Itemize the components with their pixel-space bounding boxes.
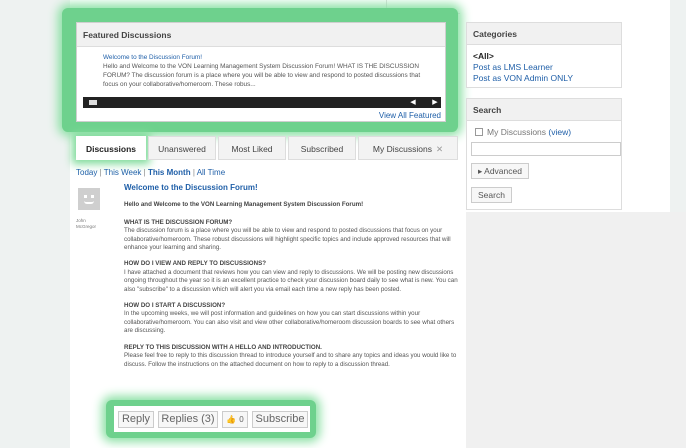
- my-discussions-checkbox[interactable]: [475, 128, 483, 136]
- post-section-heading: What is the discussion forum?: [124, 218, 233, 226]
- featured-item-title[interactable]: Welcome to the Discussion Forum!: [103, 53, 437, 62]
- my-discussions-filter: My Discussions (view): [467, 121, 621, 143]
- view-all-featured-link[interactable]: View All Featured: [379, 111, 441, 120]
- tab-my-discussions-label: My Discussions: [372, 144, 432, 154]
- discussion-post: Welcome to the Discussion Forum! Hello a…: [124, 183, 462, 377]
- slider-indicator[interactable]: [89, 100, 97, 105]
- discussion-tabs: Discussions Unanswered Most Liked Subscr…: [76, 136, 460, 160]
- view-my-discussions-link[interactable]: (view): [548, 127, 571, 137]
- post-section-body: Please feel free to reply to this discus…: [124, 352, 457, 368]
- search-button[interactable]: Search: [471, 187, 512, 203]
- featured-item[interactable]: Welcome to the Discussion Forum! Hello a…: [77, 47, 445, 89]
- post-section-heading: Reply to this discussion with a hello an…: [124, 343, 322, 351]
- filter-separator: |: [99, 168, 102, 177]
- featured-slider-bar: ◀ ▶: [83, 97, 441, 108]
- featured-item-snippet: Hello and Welcome to the VON Learning Ma…: [103, 63, 421, 88]
- category-all[interactable]: <All>: [473, 51, 615, 62]
- search-heading: Search: [467, 99, 621, 121]
- filter-separator: |: [192, 168, 195, 177]
- like-button[interactable]: 👍 0: [222, 411, 248, 428]
- filter-today[interactable]: Today: [76, 168, 97, 177]
- category-lms-learner[interactable]: Post as LMS Learner: [473, 62, 615, 73]
- time-filter: Today | This Week | This Month | All Tim…: [76, 168, 225, 177]
- avatar[interactable]: [78, 188, 100, 210]
- search-panel: Search My Discussions (view) ▸ Advanced …: [466, 98, 622, 210]
- next-arrow-icon[interactable]: ▶: [429, 97, 441, 108]
- my-discussions-label: My Discussions: [487, 127, 547, 137]
- post-title[interactable]: Welcome to the Discussion Forum!: [124, 183, 462, 192]
- categories-panel: Categories <All> Post as LMS Learner Pos…: [466, 22, 622, 88]
- post-section-body: In the upcoming weeks, we will post info…: [124, 310, 455, 335]
- advanced-search-button[interactable]: ▸ Advanced: [471, 163, 529, 179]
- featured-heading: Featured Discussions: [77, 23, 445, 47]
- filter-this-month[interactable]: This Month: [148, 168, 191, 177]
- like-count: 0: [239, 415, 244, 424]
- previous-arrow-icon[interactable]: ◀: [407, 97, 419, 108]
- avatar-face-icon: [82, 193, 96, 205]
- post-section-body: I have attached a document that reviews …: [124, 268, 458, 293]
- close-icon[interactable]: ✕: [436, 144, 443, 154]
- subscribe-button[interactable]: Subscribe: [252, 411, 308, 428]
- thumbs-up-icon: 👍: [226, 415, 237, 424]
- post-intro: Hello and Welcome to the VON Learning Ma…: [124, 201, 364, 209]
- post-actions: Reply Replies (3) 👍 0 Subscribe: [114, 406, 310, 432]
- tab-discussions[interactable]: Discussions: [76, 136, 146, 160]
- reply-button[interactable]: Reply: [118, 411, 154, 428]
- search-input[interactable]: [471, 142, 621, 156]
- category-von-admin[interactable]: Post as VON Admin ONLY: [473, 73, 615, 84]
- filter-all-time[interactable]: All Time: [197, 168, 225, 177]
- tab-subscribed[interactable]: Subscribed: [288, 136, 356, 160]
- filter-separator: |: [143, 168, 146, 177]
- post-section-body: The discussion forum is a place where yo…: [124, 227, 451, 252]
- tab-my-discussions[interactable]: My Discussions ✕: [358, 136, 458, 160]
- categories-heading: Categories: [467, 23, 621, 45]
- tab-most-liked[interactable]: Most Liked: [218, 136, 286, 160]
- sidebar-background: [466, 212, 686, 448]
- categories-list: <All> Post as LMS Learner Post as VON Ad…: [467, 45, 621, 90]
- replies-button[interactable]: Replies (3): [158, 411, 218, 428]
- tab-unanswered[interactable]: Unanswered: [148, 136, 216, 160]
- author-name[interactable]: John McGregor: [76, 218, 102, 230]
- post-section-heading: How do I view and reply to discussions?: [124, 260, 266, 268]
- post-section-heading: How do I start a discussion?: [124, 302, 226, 310]
- filter-this-week[interactable]: This Week: [104, 168, 142, 177]
- featured-discussions-panel: Featured Discussions Welcome to the Disc…: [76, 22, 446, 122]
